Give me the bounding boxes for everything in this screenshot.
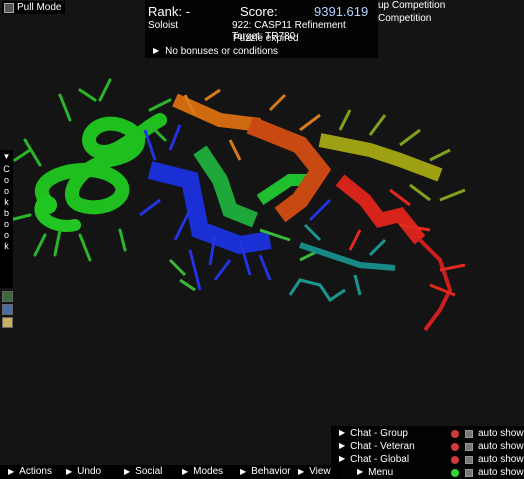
recipe-icon[interactable] [2, 291, 13, 302]
protein-helix-green [8, 78, 172, 262]
cookbook-letter: o [3, 175, 9, 185]
expand-triangle-icon: ▶ [339, 441, 346, 450]
expand-triangle-icon: ▶ [8, 467, 15, 476]
chat-label: Chat - Group [350, 428, 408, 439]
chat-label: Chat - Veteran [350, 441, 415, 452]
autoshow-check-icon[interactable] [465, 455, 473, 464]
autoshow-label: auto show [478, 441, 524, 452]
menu-behavior[interactable]: ▶ Behavior [240, 466, 291, 477]
menu-label: Modes [193, 466, 224, 477]
chat-toggle-icon[interactable] [451, 468, 459, 477]
cookbook-panel-toggle[interactable]: ▼ C o o k b o o k [0, 150, 13, 288]
expand-triangle-icon: ▶ [357, 467, 364, 476]
menu-social[interactable]: ▶ Social [124, 466, 162, 477]
expand-triangle-icon: ▶ [66, 467, 73, 476]
bonus-label: No bonuses or conditions [165, 46, 279, 57]
pull-mode-button[interactable]: Pull Mode [2, 1, 66, 14]
menu-label: View [309, 466, 331, 477]
cookbook-letter: o [3, 186, 9, 196]
chat-row-menu[interactable]: ▶ Menu auto show [331, 466, 524, 479]
chat-toggle-icon[interactable] [451, 442, 459, 451]
expand-triangle-icon: ▶ [339, 428, 346, 437]
autoshow-check-icon[interactable] [465, 468, 473, 477]
group-competition-label[interactable]: up Competition [378, 0, 445, 11]
menu-undo[interactable]: ▶ Undo [66, 466, 101, 477]
chat-label: Menu [368, 467, 394, 478]
expand-triangle-icon: ▶ [124, 467, 131, 476]
chat-row-global[interactable]: ▶ Chat - Global auto show [331, 453, 524, 466]
mode-label: Soloist [148, 20, 179, 31]
autoshow-check-icon[interactable] [465, 442, 473, 451]
score-label: Score: [240, 4, 278, 19]
chat-row-group[interactable]: ▶ Chat - Group auto show [331, 427, 524, 440]
global-competition-label[interactable]: Competition [378, 13, 431, 24]
autoshow-label: auto show [478, 454, 524, 465]
menu-label: Undo [77, 466, 102, 477]
puzzle-status: Puzzle expired [233, 33, 299, 44]
chat-toggle-icon[interactable] [451, 455, 459, 464]
menu-view[interactable]: ▶ View [298, 466, 331, 477]
chat-row-veteran[interactable]: ▶ Chat - Veteran auto show [331, 440, 524, 453]
expand-triangle-icon: ▶ [240, 467, 247, 476]
menu-label: Social [135, 466, 163, 477]
chat-panel: ▶ Chat - Group auto show ▶ Chat - Veteran … [331, 426, 524, 479]
expand-triangle-icon: ▶ [298, 467, 305, 476]
cookbook-letter: b [3, 208, 9, 218]
rank-label: Rank: - [148, 4, 190, 19]
bottom-menu-bar: ▶ Actions ▶ Undo ▶ Social ▶ Modes ▶ Behavior … [0, 465, 340, 479]
protein-region-red [335, 174, 466, 332]
autoshow-label: auto show [478, 467, 524, 478]
expand-triangle-icon: ▶ [182, 467, 189, 476]
protein-viewport[interactable] [0, 0, 524, 479]
score-value: 9391.619 [314, 4, 369, 19]
side-tool-icons [2, 291, 13, 328]
protein-region-teal [288, 223, 396, 303]
cookbook-letter: o [3, 219, 9, 229]
cursor-icon [4, 2, 14, 13]
cookbook-letter: C [3, 164, 10, 174]
cookbook-letter: k [4, 197, 9, 207]
chat-toggle-icon[interactable] [451, 429, 459, 438]
menu-modes[interactable]: ▶ Modes [182, 466, 223, 477]
chat-label: Chat - Global [350, 454, 410, 465]
menu-label: Behavior [251, 466, 291, 477]
pull-mode-label: Pull Mode [17, 2, 62, 13]
score-panel: Rank: - Score: 9391.619 Soloist 922: CAS… [145, 0, 378, 58]
expand-triangle-icon: ▶ [339, 454, 346, 463]
autoshow-check-icon[interactable] [465, 429, 473, 438]
collapse-triangle-icon: ▼ [2, 152, 11, 161]
menu-actions[interactable]: ▶ Actions [8, 466, 52, 477]
bonus-toggle[interactable]: ▶ No bonuses or conditions [153, 46, 278, 57]
cookbook-letter: k [4, 241, 9, 251]
folder-icon[interactable] [2, 304, 13, 315]
expand-triangle-icon: ▶ [153, 46, 160, 55]
note-icon[interactable] [2, 317, 13, 328]
cookbook-letter: o [3, 230, 9, 240]
menu-label: Actions [19, 466, 52, 477]
autoshow-label: auto show [478, 428, 524, 439]
